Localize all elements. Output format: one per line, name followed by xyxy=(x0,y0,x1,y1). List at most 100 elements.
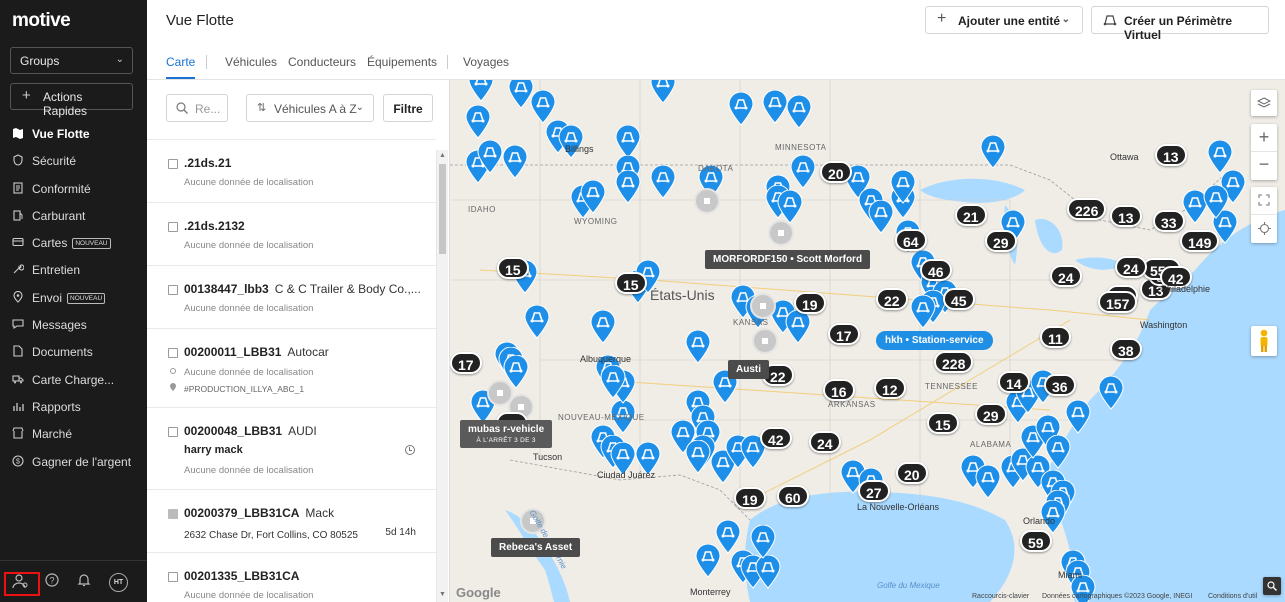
vehicle-cluster[interactable]: 24 xyxy=(809,431,841,453)
vehicle-checkbox[interactable] xyxy=(168,159,178,169)
vehicle-cluster[interactable]: 29 xyxy=(975,403,1007,425)
create-geofence-button[interactable]: Créer un Périmètre Virtuel xyxy=(1091,6,1269,42)
vehicle-marker[interactable] xyxy=(786,94,812,129)
vehicle-row[interactable]: 00200048_LBB31 AUDI harry mack Aucune donné… xyxy=(147,408,436,490)
vehicle-cluster[interactable]: 13 xyxy=(1110,205,1142,227)
vehicle-cluster[interactable]: 17 xyxy=(828,323,860,345)
scroll-thumb[interactable] xyxy=(439,164,446,254)
tooltip-austin[interactable]: Austi xyxy=(728,360,769,379)
vehicle-marker[interactable] xyxy=(750,524,776,559)
vehicle-cluster[interactable]: 21 xyxy=(955,204,987,226)
vehicle-cluster[interactable]: 226 xyxy=(1067,198,1107,220)
vehicle-marker[interactable] xyxy=(524,304,550,339)
map-layers-button[interactable] xyxy=(1251,90,1277,116)
scroll-down-arrow[interactable]: ▼ xyxy=(439,591,446,598)
vehicle-cluster[interactable]: 16 xyxy=(823,379,855,401)
vehicle-marker[interactable] xyxy=(685,439,711,474)
fleet-map[interactable]: 1320212261333149136429461524987550422447… xyxy=(450,80,1285,602)
asset-pin[interactable] xyxy=(752,328,778,354)
vehicle-marker[interactable] xyxy=(590,309,616,344)
zoom-out-button[interactable]: − xyxy=(1251,152,1277,180)
vehicle-marker[interactable] xyxy=(650,80,676,104)
user-avatar[interactable]: HT xyxy=(109,573,128,592)
asset-pin[interactable] xyxy=(750,293,776,319)
vehicle-cluster[interactable]: 149 xyxy=(1180,230,1220,252)
vehicle-checkbox[interactable] xyxy=(168,222,178,232)
sidebar-item-securite[interactable]: Sécurité xyxy=(0,147,147,174)
vehicle-cluster[interactable]: 38 xyxy=(1110,338,1142,360)
list-scrollbar[interactable]: ▲ ▼ xyxy=(436,150,448,602)
keyboard-shortcuts-button[interactable] xyxy=(1263,577,1281,595)
vehicle-checkbox[interactable] xyxy=(168,572,178,582)
vehicle-cluster[interactable]: 46 xyxy=(920,259,952,281)
vehicle-checkbox[interactable] xyxy=(168,348,178,358)
vehicle-cluster[interactable]: 19 xyxy=(794,292,826,314)
sidebar-item-gagner-de-l-argent[interactable]: $ Gagner de l'argent xyxy=(0,448,147,475)
sidebar-item-envoi[interactable]: Envoi NOUVEAU xyxy=(0,284,147,311)
motive-logo[interactable]: motive xyxy=(12,10,71,32)
tooltip-hkh[interactable]: hkh • Station-service xyxy=(876,331,993,350)
vehicle-marker[interactable] xyxy=(600,364,626,399)
sidebar-item-carte-charge[interactable]: Carte Charge... xyxy=(0,366,147,393)
vehicle-cluster[interactable]: 60 xyxy=(777,485,809,507)
vehicle-cluster[interactable]: 24 xyxy=(1050,265,1082,287)
vehicle-marker[interactable] xyxy=(465,104,491,139)
vehicle-row[interactable]: .21ds.2132 Aucune donnée de localisation xyxy=(147,203,436,266)
tab-voyages[interactable]: Voyages xyxy=(463,55,509,79)
vehicle-marker[interactable] xyxy=(1207,139,1233,174)
vehicle-cluster[interactable]: 20 xyxy=(820,161,852,183)
sidebar-item-documents[interactable]: Documents xyxy=(0,338,147,365)
sort-dropdown[interactable]: ⇅ Véhicules A à Z ⌄ xyxy=(246,94,374,122)
vehicle-row[interactable]: 00200379_LBB31CA Mack 2632 Chase Dr, Fort … xyxy=(147,490,436,553)
vehicle-cluster[interactable]: 24 xyxy=(1115,256,1147,278)
vehicle-marker[interactable] xyxy=(790,154,816,189)
vehicle-marker[interactable] xyxy=(1098,375,1124,410)
vehicle-row[interactable]: 00138447_lbb3 C & C Trailer & Body Co.,..… xyxy=(147,266,436,329)
sidebar-item-cartes[interactable]: Cartes NOUVEAU xyxy=(0,229,147,256)
vehicle-cluster[interactable]: 15 xyxy=(927,412,959,434)
vehicle-marker[interactable] xyxy=(755,554,781,589)
vehicle-marker[interactable] xyxy=(975,464,1001,499)
street-view-pegman[interactable] xyxy=(1251,326,1277,356)
vehicle-cluster[interactable]: 27 xyxy=(858,480,890,502)
tab-vehicules[interactable]: Véhicules xyxy=(225,55,277,79)
vehicle-marker[interactable] xyxy=(728,91,754,126)
vehicle-checkbox[interactable] xyxy=(168,285,178,295)
vehicle-cluster[interactable]: 29 xyxy=(985,230,1017,252)
quick-actions-button[interactable]: + Actions Rapides xyxy=(10,83,133,118)
vehicle-cluster[interactable]: 59 xyxy=(1020,530,1052,552)
vehicle-marker[interactable] xyxy=(477,139,503,174)
groups-dropdown[interactable]: Groups ⌄ xyxy=(10,47,133,74)
vehicle-cluster[interactable]: 17 xyxy=(450,352,482,374)
vehicle-row[interactable]: .21ds.21 Aucune donnée de localisation xyxy=(147,140,436,203)
tab-conducteurs[interactable]: Conducteurs xyxy=(288,55,356,79)
vehicle-marker[interactable] xyxy=(1203,184,1229,219)
vehicle-cluster[interactable]: 36 xyxy=(1044,374,1076,396)
asset-pin[interactable] xyxy=(694,188,720,214)
vehicle-checkbox[interactable] xyxy=(168,427,178,437)
vehicle-cluster[interactable]: 42 xyxy=(760,427,792,449)
help-icon[interactable]: ? xyxy=(43,573,61,591)
vehicle-marker[interactable] xyxy=(530,89,556,124)
locate-button[interactable] xyxy=(1251,215,1277,243)
vehicle-cluster[interactable]: 12 xyxy=(874,377,906,399)
vehicle-cluster[interactable]: 15 xyxy=(615,272,647,294)
vehicle-marker[interactable] xyxy=(868,199,894,234)
vehicle-cluster[interactable]: 64 xyxy=(895,229,927,251)
sidebar-item-entretien[interactable]: Entretien xyxy=(0,256,147,283)
vehicle-marker[interactable] xyxy=(615,169,641,204)
vehicle-cluster[interactable]: 33 xyxy=(1153,210,1185,232)
sidebar-item-marche[interactable]: Marché xyxy=(0,420,147,447)
vehicle-cluster[interactable]: 19 xyxy=(734,487,766,509)
tooltip-morford[interactable]: MORFORDF150 • Scott Morford xyxy=(705,250,871,269)
vehicle-marker[interactable] xyxy=(650,164,676,199)
vehicle-marker[interactable] xyxy=(777,189,803,224)
vehicle-cluster[interactable]: 14 xyxy=(998,371,1030,393)
vehicle-marker[interactable] xyxy=(685,329,711,364)
tooltip-rebeca[interactable]: Rebeca's Asset xyxy=(491,538,581,557)
scroll-up-arrow[interactable]: ▲ xyxy=(439,152,446,159)
vehicle-cluster[interactable]: 11 xyxy=(1040,326,1071,348)
vehicle-marker[interactable] xyxy=(580,179,606,214)
vehicle-marker[interactable] xyxy=(910,294,936,329)
bell-icon[interactable] xyxy=(75,573,93,591)
